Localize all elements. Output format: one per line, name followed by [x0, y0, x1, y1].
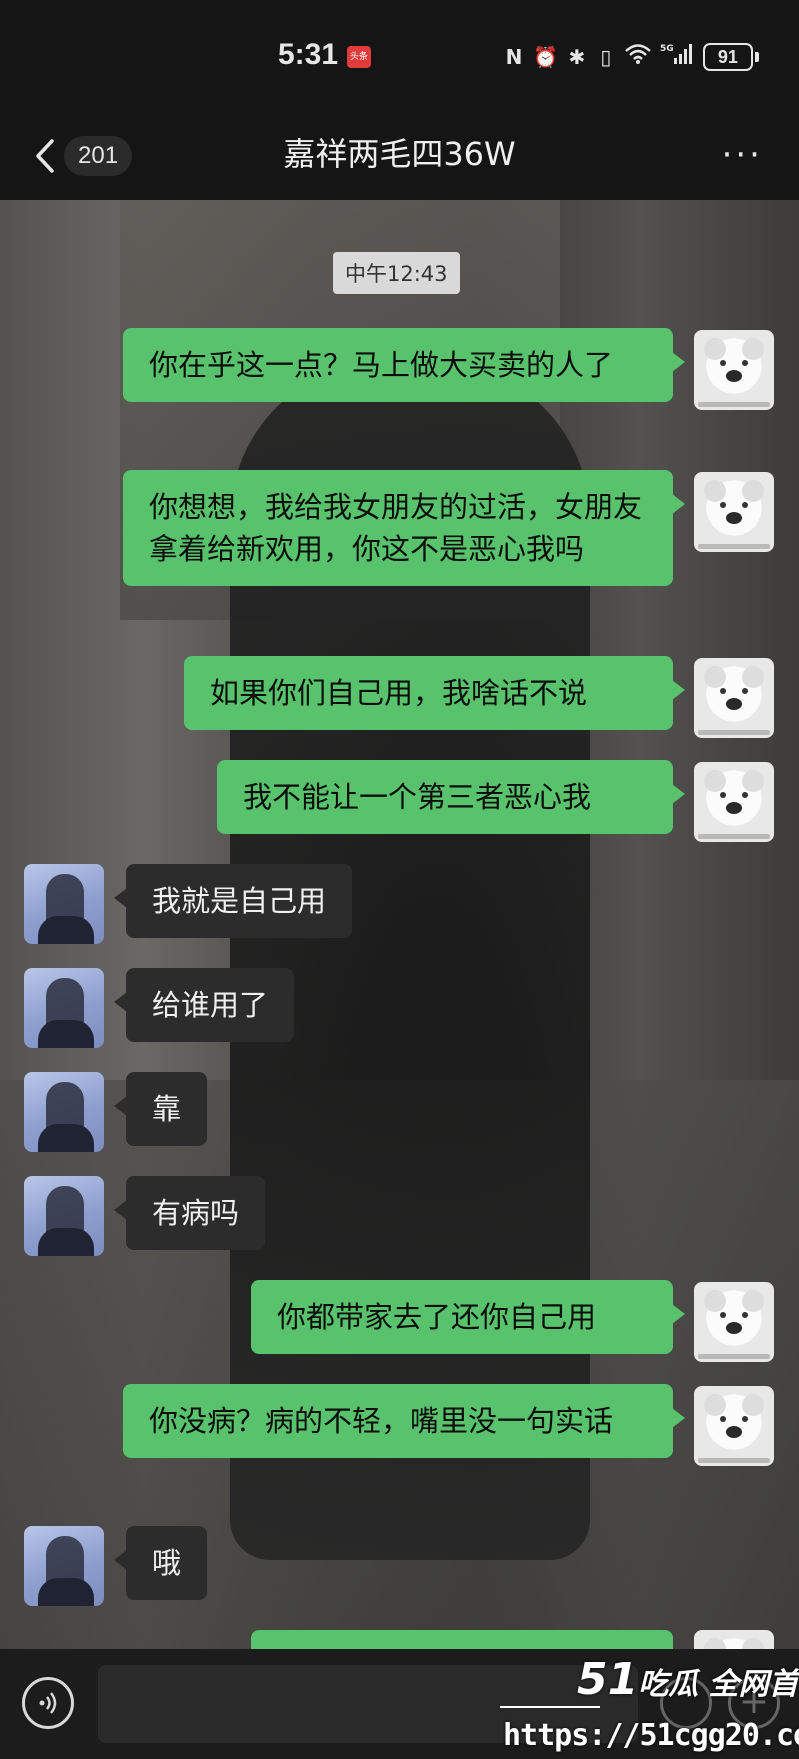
vibrate-icon: ▯ [600, 44, 612, 69]
message-bubble-outgoing[interactable]: 你在乎这一点？马上做大买卖的人了 [123, 328, 685, 402]
message-row: 我就是自己用 [113, 864, 353, 938]
watermark-brand: 51吃瓜 全网首发 [577, 1654, 799, 1705]
network-label: 5G [660, 44, 674, 54]
message-row: 如果你们自己用，我啥话不说 [184, 656, 685, 730]
message-bubble-outgoing[interactable]: 你都带家去了还你自己用 [251, 1280, 685, 1354]
message-row: 你在乎这一点？马上做大买卖的人了 [123, 328, 685, 402]
back-button[interactable]: 201 [28, 131, 133, 181]
message-bubble-incoming[interactable]: 靠 [113, 1072, 208, 1146]
message-bubble-incoming[interactable]: 有病吗 [113, 1176, 266, 1250]
message-bubble-incoming[interactable]: 哦 [113, 1526, 208, 1600]
message-row: 你想想，我给我女朋友的过活，女朋友拿着给新欢用，你这不是恶心我吗 [123, 470, 685, 586]
message-bubble-outgoing[interactable]: 你没病？病的不轻，嘴里没一句实话 [123, 1384, 685, 1458]
self-avatar[interactable] [694, 1630, 774, 1649]
self-avatar[interactable] [694, 1386, 774, 1466]
status-bar: 5:31 头条 N ⏰ ✱ ▯ 5G 91 [0, 0, 799, 115]
contact-avatar[interactable] [24, 1072, 104, 1152]
contact-avatar[interactable] [24, 1176, 104, 1256]
message-bubble-incoming[interactable]: 给谁用了 [113, 968, 295, 1042]
chevron-left-icon [36, 139, 54, 173]
unread-count-badge: 201 [64, 136, 133, 176]
watermark-url: https://51cgg20.com [503, 1718, 799, 1753]
message-bubble-outgoing[interactable]: 你想想，我给我女朋友的过活，女朋友拿着给新欢用，你这不是恶心我吗 [123, 470, 685, 586]
nfc-icon: N [505, 44, 523, 69]
chat-header: 嘉祥两毛四36W 201 ··· [0, 115, 799, 200]
contact-avatar[interactable] [24, 864, 104, 944]
status-time: 5:31 [278, 38, 339, 71]
message-row: 靠 [113, 1072, 208, 1146]
contact-avatar[interactable] [24, 1526, 104, 1606]
watermark-line [500, 1706, 600, 1708]
message-row: 你都带家去了还你自己用 [251, 1280, 685, 1354]
voice-icon[interactable] [22, 1677, 74, 1729]
self-avatar[interactable] [694, 762, 774, 842]
message-row: 我不能让一个第三者恶心我 [217, 760, 685, 834]
message-bubble-incoming[interactable]: 我就是自己用 [113, 864, 353, 938]
message-bubble-partial[interactable] [251, 1630, 673, 1649]
self-avatar[interactable] [694, 472, 774, 552]
more-icon[interactable]: ··· [722, 135, 763, 175]
chat-area[interactable]: 中午12:43 你在乎这一点？马上做大买卖的人了 你想想，我给我女朋友的过活，女… [0, 200, 799, 1649]
alarm-icon: ⏰ [533, 44, 558, 69]
contact-avatar[interactable] [24, 968, 104, 1048]
self-avatar[interactable] [694, 330, 774, 410]
signal-icon: 5G [660, 42, 694, 71]
battery-icon: 91 [702, 42, 759, 71]
news-app-badge-icon: 头条 [347, 46, 371, 68]
self-avatar[interactable] [694, 658, 774, 738]
self-avatar[interactable] [694, 1282, 774, 1362]
message-bubble-outgoing[interactable]: 我不能让一个第三者恶心我 [217, 760, 685, 834]
message-row: 你没病？病的不轻，嘴里没一句实话 [123, 1384, 685, 1458]
message-bubble-outgoing[interactable]: 如果你们自己用，我啥话不说 [184, 656, 685, 730]
message-row: 哦 [113, 1526, 208, 1600]
battery-level: 91 [702, 42, 753, 71]
message-timestamp: 中午12:43 [333, 252, 460, 294]
wifi-icon [625, 43, 651, 70]
message-row: 有病吗 [113, 1176, 266, 1250]
status-icons: N ⏰ ✱ ▯ 5G 91 [504, 42, 759, 71]
bluetooth-icon: ✱ [568, 44, 586, 69]
message-row: 给谁用了 [113, 968, 295, 1042]
